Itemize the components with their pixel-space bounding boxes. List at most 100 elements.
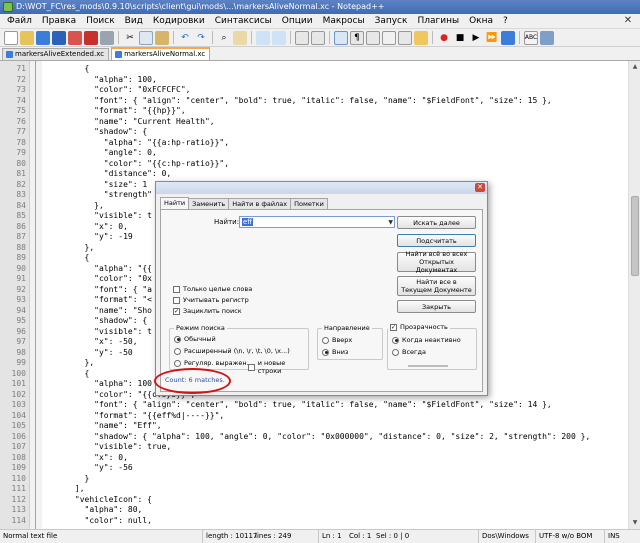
sync-vertical-icon[interactable] [295, 30, 309, 45]
checkbox-label: и новые строки [257, 359, 286, 375]
zoom-in-icon[interactable] [256, 30, 270, 45]
menu-encoding[interactable]: Кодировки [148, 14, 210, 29]
find-all-in-current-doc-button[interactable]: Найти все в Текущем Документе [397, 276, 476, 296]
group-title: Режим поиска [174, 324, 227, 332]
toolbar-separator [212, 31, 213, 44]
save-icon[interactable] [36, 30, 50, 45]
notepad-plus-plus-icon [3, 2, 13, 12]
new-file-icon[interactable] [4, 30, 18, 45]
checkbox-box [173, 285, 180, 293]
find-next-button[interactable]: Искать далее [397, 216, 476, 229]
close-document-icon[interactable]: ✕ [622, 15, 634, 27]
doc-map-icon[interactable] [382, 30, 396, 45]
toolbar-separator [173, 31, 174, 44]
wrap-around-checkbox[interactable]: ✓ Зациклить поиск [173, 307, 242, 315]
zoom-out-icon[interactable] [272, 30, 286, 45]
close-button[interactable]: Закрыть [397, 300, 476, 313]
whole-word-checkbox[interactable]: Только целые слова [173, 285, 252, 293]
transparency-group: ✓ Прозрачность Когда неактивно Всегда [387, 323, 477, 370]
play-macro-icon[interactable]: ▶ [469, 31, 483, 45]
indent-guide-icon[interactable] [366, 30, 380, 45]
match-case-checkbox[interactable]: Учитывать регистр [173, 296, 249, 304]
plugin-icon[interactable] [540, 30, 554, 45]
sync-horizontal-icon[interactable] [311, 30, 325, 45]
find-all-in-open-docs-button[interactable]: Найти всё во всех Открытых Документах [397, 250, 476, 274]
direction-down-radio[interactable]: Вниз [322, 348, 348, 356]
count-button[interactable]: Подсчитать [397, 234, 476, 247]
radio-dot [322, 336, 329, 344]
menu-window[interactable]: Окна [464, 14, 498, 29]
transparency-always-radio[interactable]: Всегда [392, 348, 426, 356]
vertical-scrollbar[interactable]: ▲ ▼ [628, 61, 640, 529]
copy-icon[interactable] [139, 30, 153, 45]
search-mode-regex-radio[interactable]: Регуляр. выражен. [174, 359, 249, 367]
close-file-icon[interactable] [68, 30, 82, 45]
folder-workspace-icon[interactable] [414, 30, 428, 45]
radio-label: Когда неактивно [402, 336, 461, 344]
find-what-input[interactable]: eff ▼ [239, 216, 395, 228]
tab-mark[interactable]: Пометки [290, 198, 328, 209]
record-macro-icon[interactable]: ● [437, 31, 451, 45]
button-line: Текущем Документе [401, 286, 472, 294]
menu-settings[interactable]: Опции [277, 14, 318, 29]
spell-check-icon[interactable]: ABC [524, 30, 538, 45]
save-all-icon[interactable] [52, 30, 66, 45]
menu-help[interactable]: ? [498, 14, 513, 29]
document-tab-bar: markersAliveExtended.xc markersAliveNorm… [0, 47, 640, 61]
checkbox-label: Учитывать регистр [183, 296, 249, 304]
transparency-slider[interactable] [408, 365, 448, 367]
radio-label: Вверх [332, 336, 353, 344]
tab-label: markersAliveNormal.xc [124, 50, 206, 58]
menu-macro[interactable]: Макросы [318, 14, 370, 29]
chevron-down-icon[interactable]: ▼ [388, 217, 393, 228]
show-all-chars-icon[interactable]: ¶ [350, 30, 364, 45]
replace-icon[interactable] [233, 30, 247, 45]
checkbox-label: Прозрачность [400, 323, 448, 331]
dialog-title-bar[interactable] [156, 182, 487, 194]
function-list-icon[interactable] [398, 30, 412, 45]
menu-file[interactable]: Файл [2, 14, 37, 29]
find-icon[interactable]: ⌕ [217, 31, 231, 45]
scrollbar-thumb[interactable] [631, 196, 639, 276]
window-title-bar[interactable]: D:\WOT_FC\res_mods\0.9.10\scripts\client… [0, 0, 640, 14]
tab-find[interactable]: Найти [160, 197, 190, 209]
group-title: Направление [322, 324, 372, 332]
menu-view[interactable]: Вид [120, 14, 148, 29]
dot-matches-newline-checkbox[interactable]: и новые строки [248, 359, 308, 375]
status-insert-mode: INS [604, 530, 620, 543]
close-icon[interactable]: ✕ [475, 183, 485, 192]
toolbar-separator [290, 31, 291, 44]
word-wrap-icon[interactable] [334, 30, 348, 45]
radio-dot [174, 359, 181, 367]
open-file-icon[interactable] [20, 30, 34, 45]
menu-run[interactable]: Запуск [370, 14, 413, 29]
transparency-on-inactive-radio[interactable]: Когда неактивно [392, 336, 461, 344]
print-icon[interactable] [100, 30, 114, 45]
radio-label: Обычный [184, 335, 216, 343]
tab-find-in-files[interactable]: Найти в файлах [228, 198, 292, 209]
search-mode-extended-radio[interactable]: Расширенный (\n, \r, \t, \0, \x...) [174, 347, 290, 355]
paste-icon[interactable] [155, 30, 169, 45]
stop-macro-icon[interactable]: ■ [453, 31, 467, 45]
save-macro-icon[interactable] [501, 30, 515, 45]
undo-icon[interactable]: ↶ [178, 31, 192, 45]
tab-markers-alive-extended[interactable]: markersAliveExtended.xc [2, 48, 110, 60]
search-mode-normal-radio[interactable]: Обычный [174, 335, 216, 343]
status-sel: Sel : 0 | 0 [376, 532, 410, 540]
checkbox-box: ✓ [390, 323, 397, 331]
menu-edit[interactable]: Правка [37, 14, 81, 29]
run-macro-multiple-icon[interactable]: ⏩ [485, 31, 499, 45]
scroll-down-icon[interactable]: ▼ [629, 517, 640, 529]
menu-plugins[interactable]: Плагины [412, 14, 464, 29]
close-all-icon[interactable] [84, 30, 98, 45]
direction-up-radio[interactable]: Вверх [322, 336, 352, 344]
transparency-checkbox[interactable]: ✓ Прозрачность [388, 323, 450, 331]
redo-icon[interactable]: ↷ [194, 31, 208, 45]
scroll-up-icon[interactable]: ▲ [629, 61, 640, 73]
cut-icon[interactable]: ✂ [123, 31, 137, 45]
menu-search[interactable]: Поиск [81, 14, 120, 29]
tab-markers-alive-normal[interactable]: markersAliveNormal.xc [111, 47, 211, 60]
menu-language[interactable]: Синтаксисы [210, 14, 277, 29]
tab-replace[interactable]: Заменить [188, 198, 230, 209]
code-line[interactable]: 114 "color": null, [0, 515, 628, 527]
